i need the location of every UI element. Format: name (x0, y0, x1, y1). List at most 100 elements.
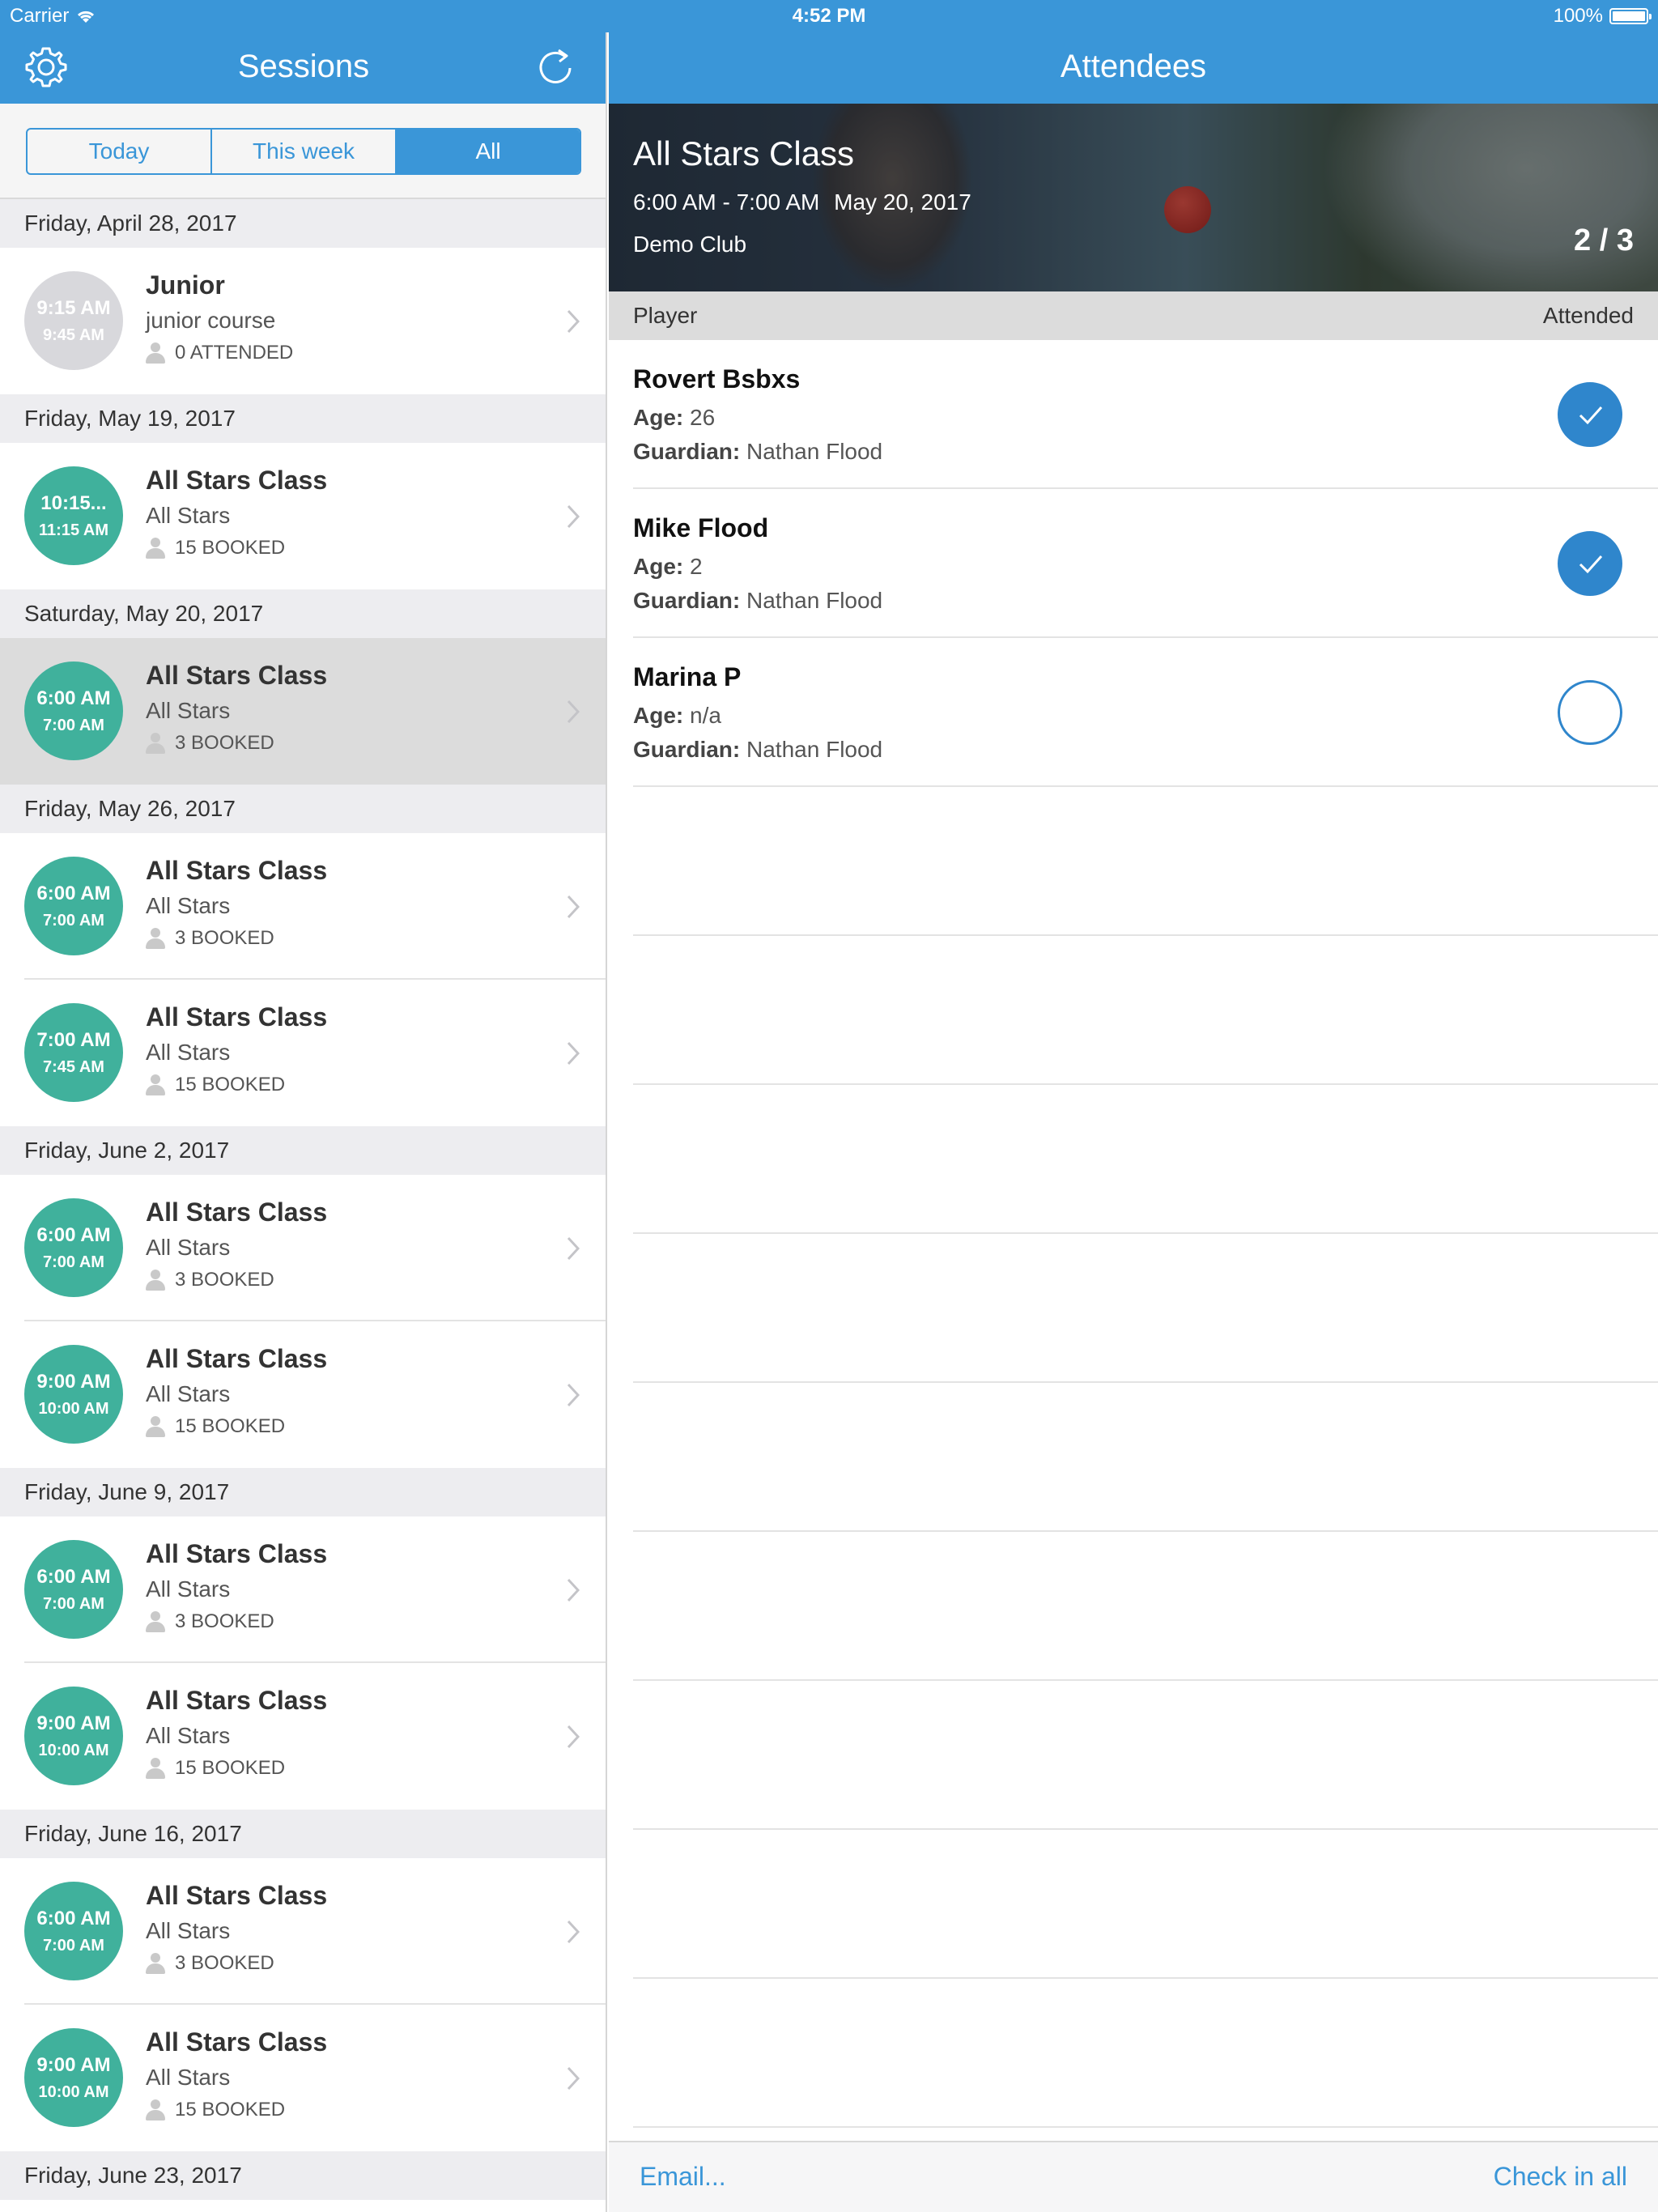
session-booking-count: 3 BOOKED (175, 732, 274, 754)
person-icon (146, 342, 165, 364)
session-row[interactable]: 9:15 AM 9:45 AM Junior junior course 0 ATTEN… (0, 248, 606, 394)
attendee-row[interactable]: Mike Flood Age: 2 Guardian: Nathan Flood (609, 489, 1658, 638)
chevron-right-icon (567, 1725, 580, 1749)
session-name: All Stars Class (146, 661, 328, 690)
attendance-count: 2 / 3 (1574, 223, 1634, 257)
chevron-right-icon (567, 2066, 580, 2091)
battery-indicator: 100% (1554, 5, 1652, 28)
session-time-badge: 6:00 AM 7:00 AM (24, 661, 123, 760)
attendee-guardian: Guardian: Nathan Flood (633, 588, 882, 614)
session-course: All Stars (146, 1918, 231, 1943)
chevron-right-icon (567, 1383, 580, 1407)
section-header-date: Saturday, May 20, 2017 (0, 589, 606, 638)
session-row[interactable]: 9:00 AM 10:00 AM All Stars Class All Stars 1… (0, 2005, 606, 2151)
person-icon (146, 733, 165, 754)
session-start-time: 9:00 AM (36, 2053, 111, 2076)
session-name: All Stars Class (146, 1539, 328, 1568)
guardian-label: Guardian: (633, 737, 741, 762)
check-in-all-button[interactable]: Check in all (1494, 2162, 1627, 2192)
session-start-time: 10:15... (40, 491, 107, 514)
attended-checkbox[interactable] (1558, 531, 1622, 596)
session-name: Junior (146, 270, 225, 300)
player-column-header: Player (633, 303, 698, 328)
hero-class-name: All Stars Class (633, 134, 855, 172)
empty-row (609, 1234, 1658, 1383)
session-row[interactable]: 7:00 AM 7:45 AM All Stars Class All Stars 15… (0, 980, 606, 1126)
attendees-table-header: Player Attended (609, 291, 1658, 340)
section-header-date: Friday, June 16, 2017 (0, 1810, 606, 1858)
person-icon (146, 1270, 165, 1291)
age-value: 26 (690, 405, 716, 430)
attendee-list: Rovert Bsbxs Age: 26 Guardian: Nathan Floo… (609, 340, 1658, 787)
session-time-badge: 6:00 AM 7:00 AM (24, 1882, 123, 1980)
attended-column-header: Attended (1542, 303, 1634, 328)
session-course: All Stars (146, 893, 231, 918)
segment-this-week[interactable]: This week (212, 130, 397, 173)
empty-row (609, 936, 1658, 1085)
session-start-time: 6:00 AM (36, 1907, 111, 1929)
session-row[interactable]: 9:00 AM 10:00 AM All Stars Class All Stars 1… (0, 1321, 606, 1468)
empty-row (609, 1532, 1658, 1681)
session-end-time: 10:00 AM (38, 1741, 109, 1759)
session-row[interactable]: 6:00 AM 7:00 AM All Stars Class All Stars 3 … (0, 1858, 606, 2005)
person-icon (146, 928, 165, 949)
attendee-guardian: Guardian: Nathan Flood (633, 439, 882, 465)
session-end-time: 7:00 AM (43, 1936, 104, 1955)
session-row[interactable]: 6:00 AM 7:00 AM All Stars Class All Stars 3 … (0, 1516, 606, 1663)
checkmark-icon (1579, 555, 1603, 574)
session-booking-count: 15 BOOKED (175, 2099, 286, 2121)
session-end-time: 7:00 AM (43, 1253, 104, 1271)
session-name: All Stars Class (146, 1344, 328, 1373)
hero-time-range: 6:00 AM - 7:00 AM (633, 189, 820, 215)
attended-checkbox[interactable] (1558, 680, 1622, 745)
session-row[interactable]: 6:00 AM 7:00 AM All Stars Class All Stars 3 … (0, 833, 606, 980)
session-time-badge: 9:15 AM 9:45 AM (24, 271, 123, 370)
refresh-icon[interactable] (534, 47, 576, 89)
session-end-time: 7:00 AM (43, 1594, 104, 1613)
empty-list-area (609, 787, 1658, 2128)
attendees-pane: Attendees All Stars Class 6:00 AM - 7:00… (609, 0, 1658, 2212)
session-time-badge: 6:00 AM 7:00 AM (24, 857, 123, 955)
segment-all[interactable]: All (397, 130, 580, 173)
session-start-time: 9:15 AM (36, 296, 111, 319)
session-booking-info: 3 BOOKED (146, 927, 274, 950)
sessions-pane: Sessions Today This week All Friday, Apr… (0, 0, 607, 2212)
attendee-name: Marina P (633, 662, 742, 691)
attendee-row[interactable]: Rovert Bsbxs Age: 26 Guardian: Nathan Floo… (609, 340, 1658, 489)
guardian-value: Nathan Flood (746, 588, 883, 613)
battery-icon (1609, 8, 1652, 24)
attendee-age: Age: 2 (633, 554, 703, 580)
session-start-time: 7:00 AM (36, 1028, 111, 1051)
section-header-date: Friday, June 2, 2017 (0, 1126, 606, 1175)
session-booking-count: 15 BOOKED (175, 1074, 286, 1095)
session-name: All Stars Class (146, 1686, 328, 1715)
session-row[interactable]: 10:15... 11:15 AM All Stars Class All Stars… (0, 443, 606, 589)
session-name: All Stars Class (146, 1002, 328, 1032)
chevron-right-icon (567, 504, 580, 529)
segment-today[interactable]: Today (28, 130, 212, 173)
session-end-time: 10:00 AM (38, 1399, 109, 1418)
session-row[interactable]: 6:00 AM 7:00 AM All Stars Class All Stars 3 … (0, 638, 606, 785)
attended-checkbox[interactable] (1558, 382, 1622, 447)
session-course: All Stars (146, 1381, 231, 1406)
email-button[interactable]: Email... (640, 2162, 726, 2192)
class-hero-banner: All Stars Class 6:00 AM - 7:00 AM May 20… (609, 104, 1658, 291)
checkmark-icon (1579, 406, 1603, 425)
chevron-right-icon (567, 1236, 580, 1261)
session-end-time: 7:00 AM (43, 716, 104, 734)
chevron-right-icon (567, 700, 580, 724)
session-end-time: 10:00 AM (38, 2082, 109, 2101)
session-course: All Stars (146, 1723, 231, 1748)
attendee-row[interactable]: Marina P Age: n/a Guardian: Nathan Flood (609, 638, 1658, 787)
empty-row (609, 1830, 1658, 1979)
person-icon (146, 1416, 165, 1437)
date-filter-segmented-control: Today This week All (26, 128, 581, 175)
session-booking-count: 15 BOOKED (175, 537, 286, 559)
session-time-badge: 9:00 AM 10:00 AM (24, 2028, 123, 2127)
session-start-time: 6:00 AM (36, 882, 111, 904)
session-row[interactable]: 6:00 AM 7:00 AM All Stars Class All Stars 3 … (0, 1175, 606, 1321)
session-booking-info: 3 BOOKED (146, 1269, 274, 1291)
session-row[interactable]: 9:00 AM 10:00 AM All Stars Class All Stars 1… (0, 1663, 606, 1810)
section-header-date: Friday, June 9, 2017 (0, 1468, 606, 1516)
session-end-time: 9:45 AM (43, 325, 104, 344)
